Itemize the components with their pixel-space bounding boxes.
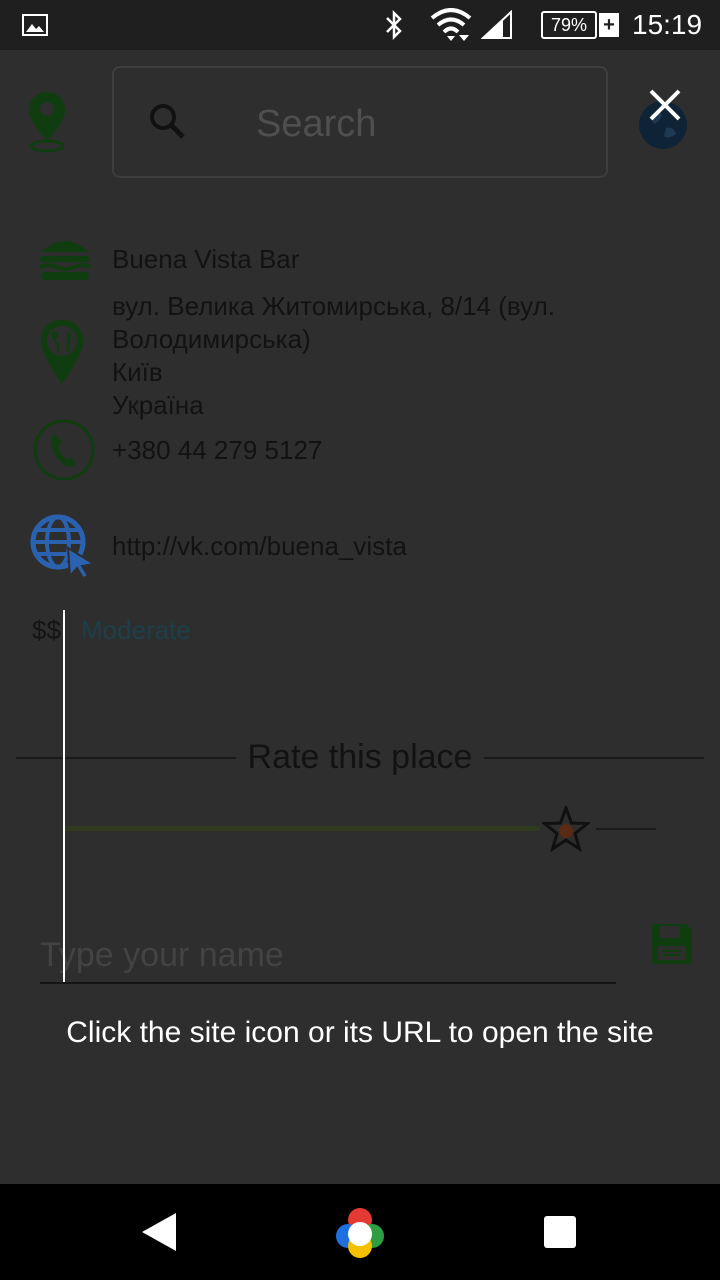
battery-level: 79%: [550, 14, 588, 35]
home-icon[interactable]: [332, 1206, 388, 1265]
tutorial-guide-line: [63, 610, 65, 982]
charging-indicator: +: [599, 13, 619, 37]
address-line-1: вул. Велика Житомирська, 8/14 (вул.: [112, 291, 555, 321]
battery-icon: 79% +: [541, 0, 619, 50]
gallery-icon: [22, 0, 48, 50]
clock: 15:19: [632, 9, 703, 40]
divider-right: [484, 757, 704, 759]
phone-icon[interactable]: [32, 418, 96, 487]
restaurant-pin-icon: [38, 318, 86, 391]
address-line-2: Володимирська): [112, 324, 311, 354]
place-website[interactable]: http://vk.com/buena_vista: [112, 530, 407, 563]
close-button[interactable]: [643, 83, 687, 127]
search-input[interactable]: [256, 96, 576, 152]
bluetooth-icon: [383, 0, 405, 50]
name-input[interactable]: [40, 928, 616, 984]
place-address: вул. Велика Житомирська, 8/14 (вул. Воло…: [112, 290, 555, 422]
place-name: Buena Vista Bar: [112, 244, 300, 274]
burger-icon: [38, 236, 92, 287]
price-symbol: $$: [32, 615, 61, 645]
rating-slider-track[interactable]: [64, 826, 540, 831]
place-phone[interactable]: +380 44 279 5127: [112, 434, 322, 467]
rating-slider-rest: [596, 828, 656, 830]
signal-icon: [481, 0, 513, 50]
rate-title: Rate this place: [247, 738, 473, 776]
tutorial-hint: Click the site icon or its URL to open t…: [66, 1016, 654, 1049]
back-icon[interactable]: [140, 1211, 178, 1258]
search-icon[interactable]: [148, 102, 186, 145]
recent-apps-icon[interactable]: [544, 1216, 576, 1248]
location-pin-icon[interactable]: [26, 90, 68, 159]
status-bar: 79% + 15:19: [0, 0, 720, 50]
navigation-bar: [0, 1184, 720, 1280]
address-city: Київ: [112, 357, 163, 387]
wifi-icon: [430, 0, 472, 50]
divider-left: [16, 757, 236, 759]
save-icon[interactable]: [650, 922, 694, 971]
price-label: Moderate: [81, 615, 191, 645]
star-icon[interactable]: [540, 803, 592, 857]
address-country: Україна: [112, 390, 204, 420]
search-box[interactable]: [112, 66, 608, 178]
website-icon[interactable]: [30, 514, 98, 583]
